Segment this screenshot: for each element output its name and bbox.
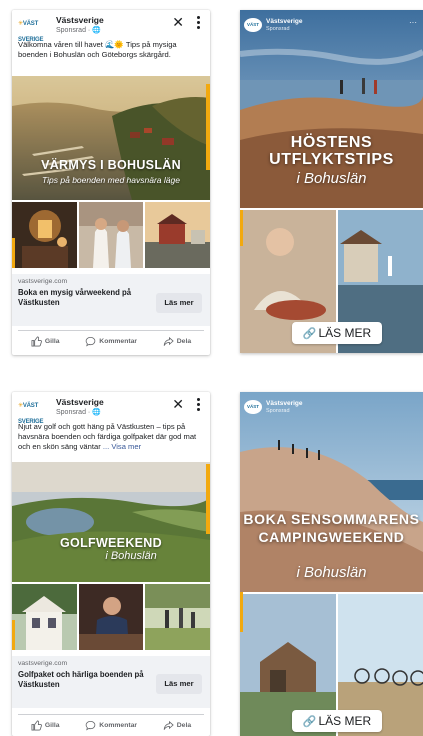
brand-logo[interactable]: ✳VÄST SVERIGE	[18, 398, 54, 425]
wave-sun-emoji: 🌊🌞	[104, 40, 124, 49]
more-options-icon[interactable]: ···	[409, 18, 417, 27]
accent-bar-small	[12, 238, 15, 268]
comment-icon	[85, 336, 96, 347]
comment-label: Kommentar	[99, 338, 138, 345]
hero-title: GOLFWEEKEND	[60, 536, 162, 550]
share-label: Dela	[176, 722, 192, 729]
story-subtitle: i Bohuslän	[296, 170, 367, 187]
link-domain: vastsverige.com	[18, 660, 68, 667]
link-preview[interactable]: vastsverige.com Golfpaket och härliga bo…	[12, 656, 210, 708]
globe-icon: 🌐	[92, 409, 101, 416]
page-name[interactable]: Västsverige	[56, 397, 104, 407]
story-title: BOKA SENSOMMARENS CAMPINGWEEKEND	[243, 511, 420, 545]
thumbs-up-icon	[31, 720, 42, 731]
thumbnail-row	[12, 584, 211, 650]
globe-icon: 🌐	[92, 27, 101, 34]
share-button[interactable]: Dela	[163, 336, 191, 347]
link-icon: 🔗	[302, 716, 317, 728]
story-sponsored-label: Sponsrad	[266, 408, 290, 414]
story-page-name[interactable]: Västsverige	[266, 400, 303, 407]
accent-bar	[206, 464, 210, 534]
post-text-lead: Välkomna våren till havet	[18, 40, 103, 49]
hero-subtitle: i Bohuslän	[105, 550, 157, 562]
sponsored-label: Sponsrad · 🌐	[56, 27, 101, 34]
more-options-icon[interactable]	[194, 396, 202, 412]
story-ad-2[interactable]: VÄST Västsverige Sponsrad BOKA SENSOMMAR…	[240, 392, 423, 736]
brand-logo[interactable]: VÄST	[244, 18, 262, 32]
hero-subtitle: Tips på boenden med havsnära läge	[42, 175, 180, 185]
thumbnail-golfers[interactable]	[145, 584, 211, 650]
read-more-button[interactable]: Läs mer	[156, 674, 202, 694]
post-header: ✳VÄST SVERIGE Västsverige Sponsrad · 🌐 ✕	[18, 14, 204, 43]
story-cta-label: LÄS MER	[318, 326, 372, 340]
story-page-name[interactable]: Västsverige	[266, 18, 303, 25]
post-actions: Gilla Kommentar Dela	[18, 714, 204, 736]
accent-bar-small	[12, 620, 15, 650]
thumbnail-boathouse[interactable]	[145, 202, 211, 268]
link-domain: vastsverige.com	[18, 278, 68, 285]
post-text: Välkomna våren till havet 🌊🌞 Tips på mys…	[18, 40, 204, 60]
thumbs-up-icon	[31, 336, 42, 347]
link-icon: 🔗	[302, 328, 317, 340]
story-title: HÖSTENS UTFLYKTSTIPS	[269, 134, 394, 168]
sponsored-label: Sponsrad · 🌐	[56, 409, 101, 416]
story-read-more-button[interactable]: 🔗 LÄS MER	[292, 322, 382, 344]
story-sponsored-label: Sponsrad	[266, 26, 290, 32]
thumbnail-dining[interactable]	[78, 584, 144, 650]
link-headline: Boka en mysig vårweekend på Västkusten	[18, 288, 132, 307]
comment-button[interactable]: Kommentar	[85, 336, 137, 347]
link-preview[interactable]: vastsverige.com Boka en mysig vårweekend…	[12, 274, 210, 326]
share-button[interactable]: Dela	[163, 720, 191, 731]
post-actions: Gilla Kommentar Dela	[18, 330, 204, 352]
share-icon	[163, 336, 174, 346]
comment-button[interactable]: Kommentar	[85, 720, 137, 731]
story-read-more-button[interactable]: 🔗 LÄS MER	[292, 710, 382, 732]
story-header: VÄST Västsverige Sponsrad ···	[244, 16, 419, 36]
page-name[interactable]: Västsverige	[56, 15, 104, 25]
sponsored-text: Sponsrad	[56, 27, 86, 34]
comment-label: Kommentar	[99, 722, 138, 729]
hero-image[interactable]: GOLFWEEKEND i Bohuslän	[12, 462, 210, 582]
thumbnail-bathrobes[interactable]	[78, 202, 144, 268]
facebook-ad-card-1: ✳VÄST SVERIGE Västsverige Sponsrad · 🌐 ✕…	[12, 10, 211, 355]
close-icon[interactable]: ✕	[172, 15, 184, 29]
brand-logo[interactable]: VÄST	[244, 400, 262, 414]
comment-icon	[85, 720, 96, 731]
link-headline: Golfpaket och härliga boenden på Västkus…	[18, 670, 144, 689]
story-cta-label: LÄS MER	[318, 714, 372, 728]
read-more-button[interactable]: Läs mer	[156, 293, 202, 313]
accent-bar	[240, 592, 243, 632]
share-icon	[163, 720, 174, 730]
share-label: Dela	[176, 338, 192, 345]
thumbnail-cozy-interior[interactable]	[12, 202, 77, 268]
more-options-icon[interactable]	[194, 14, 202, 30]
story-ad-1[interactable]: VÄST Västsverige Sponsrad ··· HÖSTENS UT…	[240, 10, 423, 353]
like-button[interactable]: Gilla	[31, 336, 60, 347]
thumbnail-white-house[interactable]	[12, 584, 77, 650]
hero-image[interactable]: VÄRMYS I BOHUSLÄN Tips på boenden med ha…	[12, 76, 210, 200]
like-button[interactable]: Gilla	[31, 720, 60, 731]
close-icon[interactable]: ✕	[172, 397, 184, 411]
hero-title: VÄRMYS I BOHUSLÄN	[41, 158, 181, 172]
thumbnail-row	[12, 202, 211, 268]
accent-bar	[240, 210, 243, 246]
post-text: Njut av golf och gott häng på Västkusten…	[18, 422, 204, 452]
brand-logo[interactable]: ✳VÄST SVERIGE	[18, 16, 54, 43]
see-more-link[interactable]: ... Visa mer	[103, 442, 141, 451]
like-label: Gilla	[44, 338, 60, 345]
sponsored-text: Sponsrad	[56, 409, 86, 416]
facebook-ad-card-2: ✳VÄST SVERIGE Västsverige Sponsrad · 🌐 ✕…	[12, 392, 211, 736]
story-header: VÄST Västsverige Sponsrad	[244, 398, 419, 418]
post-header: ✳VÄST SVERIGE Västsverige Sponsrad · 🌐 ✕	[18, 396, 204, 425]
story-subtitle: i Bohuslän	[296, 564, 367, 581]
like-label: Gilla	[44, 722, 60, 729]
